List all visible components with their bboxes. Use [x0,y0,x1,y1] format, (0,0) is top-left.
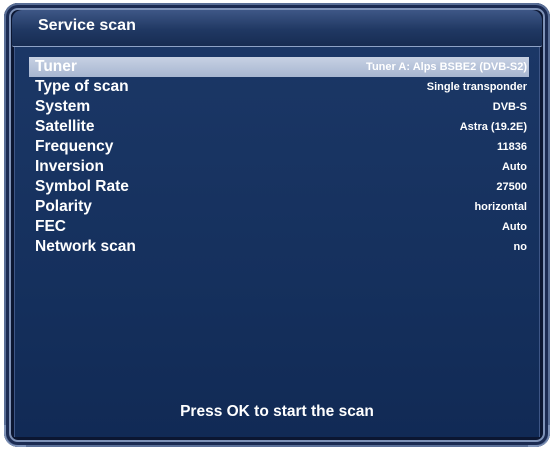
setting-label: FEC [35,218,66,235]
setting-label: Tuner [35,58,77,75]
setting-value: Tuner A: Alps BSBE2 (DVB-S2) [366,61,527,73]
setting-value: no [513,241,527,253]
setting-value: Auto [501,161,527,173]
window-header: Service scan [12,10,542,47]
frame-corner-left [4,425,26,447]
service-scan-window: Service scan Tuner Tuner A: Alps BSBE2 (… [4,3,550,447]
setting-value: Auto [501,221,527,233]
setting-row-satellite[interactable]: Satellite Astra (19.2E) [29,117,529,137]
window-title: Service scan [38,17,136,34]
settings-panel: Tuner Tuner A: Alps BSBE2 (DVB-S2) Type … [14,47,540,437]
setting-value: Astra (19.2E) [459,121,527,133]
setting-row-type-of-scan[interactable]: Type of scan Single transponder [29,77,529,97]
setting-label: Network scan [35,238,136,255]
setting-row-network-scan[interactable]: Network scan no [29,237,529,257]
setting-label: Polarity [35,198,92,215]
setting-row-frequency[interactable]: Frequency 11836 [29,137,529,157]
setting-value: DVB-S [492,101,527,113]
setting-row-symbol-rate[interactable]: Symbol Rate 27500 [29,177,529,197]
setting-label: Type of scan [35,78,129,95]
start-scan-hint: Press OK to start the scan [180,403,374,420]
setting-value: 11836 [497,141,527,153]
setting-label: Satellite [35,118,95,135]
settings-list: Tuner Tuner A: Alps BSBE2 (DVB-S2) Type … [29,57,529,257]
frame-corner-right [528,425,550,447]
setting-label: Inversion [35,158,104,175]
setting-row-inversion[interactable]: Inversion Auto [29,157,529,177]
setting-row-polarity[interactable]: Polarity horizontal [29,197,529,217]
setting-row-tuner[interactable]: Tuner Tuner A: Alps BSBE2 (DVB-S2) [29,57,529,77]
setting-label: Symbol Rate [35,178,129,195]
setting-value: Single transponder [426,81,527,93]
setting-value: horizontal [474,201,527,213]
setting-label: Frequency [35,138,114,155]
setting-row-fec[interactable]: FEC Auto [29,217,529,237]
setting-label: System [35,98,91,115]
setting-row-system[interactable]: System DVB-S [29,97,529,117]
setting-value: 27500 [496,181,527,193]
